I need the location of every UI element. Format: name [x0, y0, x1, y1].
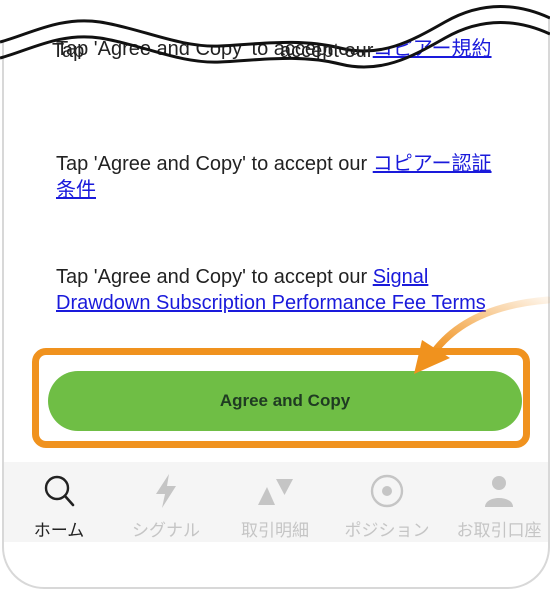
tab-label: シグナル	[132, 521, 200, 540]
tab-home[interactable]: ホーム	[4, 472, 114, 541]
terms-content: Tap 'Agree and Copy' to accept our コピアー規…	[4, 0, 548, 587]
terms-text: accept our	[280, 40, 374, 62]
tab-label: ホーム	[33, 521, 85, 540]
lightning-icon	[111, 472, 221, 510]
bottom-tab-bar: ホーム シグナル 取引明細 ポジション お取引口座	[4, 462, 548, 542]
terms-text: Tap 'Agree and Copy' to accept our	[56, 153, 373, 175]
terms-text: Tap	[52, 40, 85, 62]
terms-item-copier-auth: Tap 'Agree and Copy' to accept our コピアー認…	[56, 151, 508, 203]
triangles-icon	[220, 472, 330, 510]
search-icon	[4, 472, 114, 510]
tab-trading-account[interactable]: お取引口座	[444, 472, 548, 541]
phone-frame: Tap 'Agree and Copy' to accept our コピアー規…	[2, 0, 550, 589]
tab-label: お取引口座	[456, 521, 542, 540]
clipped-terms-line: Tap accept our	[52, 38, 504, 64]
agree-and-copy-button[interactable]: Agree and Copy	[48, 371, 522, 431]
terms-text: Tap 'Agree and Copy' to accept our	[56, 266, 373, 288]
pointer-arrow-icon	[414, 296, 550, 374]
tab-label: 取引明細	[241, 521, 309, 540]
target-icon	[332, 472, 442, 510]
tab-positions[interactable]: ポジション	[332, 472, 442, 541]
person-icon	[444, 472, 548, 510]
tab-label: ポジション	[344, 521, 430, 540]
tab-trade-history[interactable]: 取引明細	[220, 472, 330, 541]
tab-signals[interactable]: シグナル	[111, 472, 221, 541]
